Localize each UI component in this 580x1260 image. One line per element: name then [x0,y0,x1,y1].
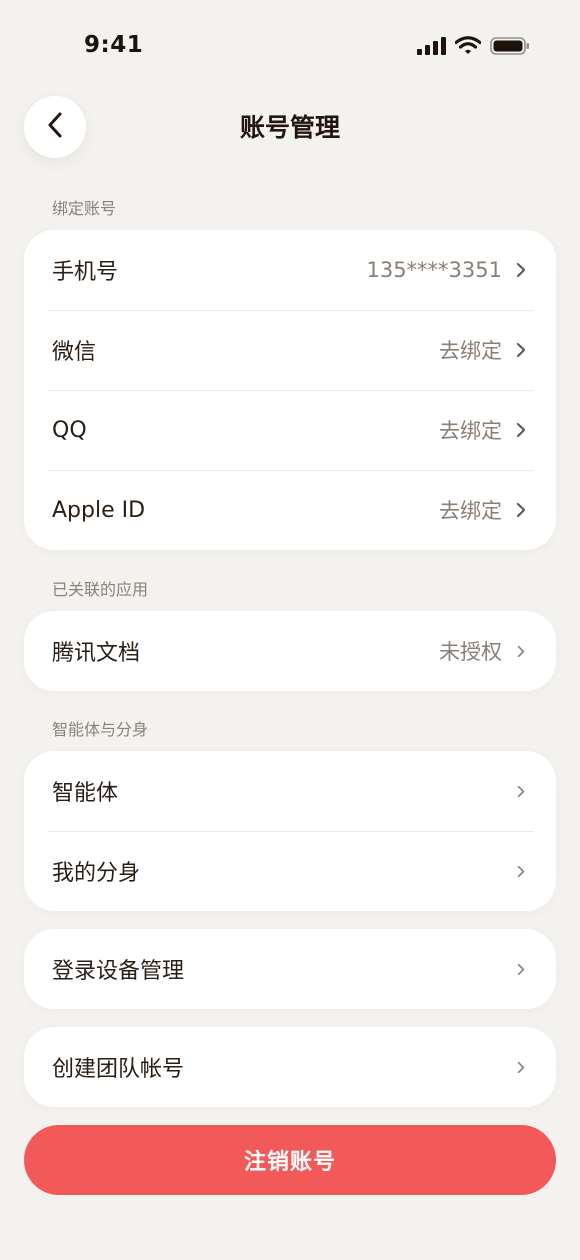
team-card: 创建团队帐号 [24,1027,556,1107]
chevron-right-icon [514,861,528,881]
chevron-right-icon [514,420,528,440]
section-label-bound-accounts: 绑定账号 [52,199,117,218]
chevron-right-icon [514,340,528,360]
chevron-right-icon [514,781,528,801]
row-label: 智能体 [52,781,119,806]
row-label: 腾讯文档 [52,641,141,666]
row-wechat[interactable]: 微信 去绑定 [24,310,556,390]
row-qq[interactable]: QQ 去绑定 [24,390,556,470]
row-value: 未授权 [439,640,502,664]
chevron-right-icon [514,959,528,979]
row-tencent-docs[interactable]: 腾讯文档 未授权 [24,611,556,691]
row-apple-id[interactable]: Apple ID 去绑定 [24,470,556,550]
row-value: 去绑定 [439,499,502,523]
row-device-management[interactable]: 登录设备管理 [24,929,556,1009]
row-my-clone[interactable]: 我的分身 [24,831,556,911]
row-agent[interactable]: 智能体 [24,751,556,831]
row-label: 微信 [52,340,97,365]
chevron-right-icon [514,641,528,661]
row-label: 登录设备管理 [52,959,185,984]
page-title: 账号管理 [239,113,340,142]
status-icons [416,36,530,59]
row-label: 手机号 [52,260,119,285]
row-value: 去绑定 [439,339,502,363]
row-create-team-account[interactable]: 创建团队帐号 [24,1027,556,1107]
signal-icon [416,36,446,59]
chevron-right-icon [514,260,528,280]
row-label: 创建团队帐号 [52,1057,185,1082]
linked-apps-card: 腾讯文档 未授权 [24,611,556,691]
devices-card: 登录设备管理 [24,929,556,1009]
row-value: 135****3351 [366,258,502,282]
section-label-linked-apps: 已关联的应用 [52,580,149,599]
section-label-agents: 智能体与分身 [52,720,149,739]
battery-icon [490,36,530,59]
status-time: 9:41 [84,32,144,58]
delete-account-button[interactable]: 注销账号 [24,1125,556,1195]
agents-card: 智能体 我的分身 [24,751,556,911]
row-label: Apple ID [52,497,146,523]
account-management-screen: 9:41 账号管理 绑定账号 手机号 135****3351 微信 去绑定 QQ… [0,0,580,1260]
chevron-right-icon [514,500,528,520]
bound-accounts-card: 手机号 135****3351 微信 去绑定 QQ 去绑定 Apple ID 去… [24,230,556,550]
row-label: QQ [52,417,87,443]
wifi-icon [454,36,482,59]
row-value: 去绑定 [439,419,502,443]
row-phone[interactable]: 手机号 135****3351 [24,230,556,310]
row-label: 我的分身 [52,861,141,886]
chevron-right-icon [514,1057,528,1077]
